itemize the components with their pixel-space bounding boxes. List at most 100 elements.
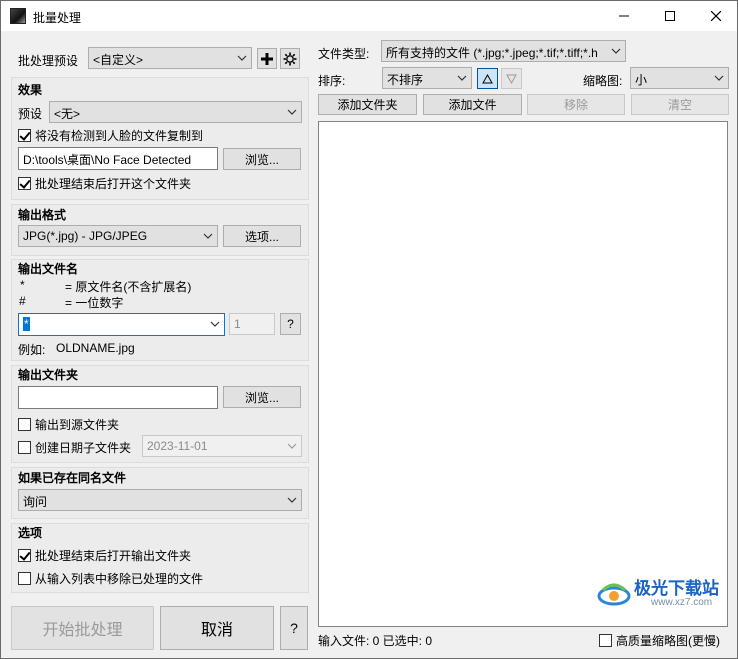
checkbox-checked-icon xyxy=(18,177,31,190)
filename-help-button[interactable]: ? xyxy=(280,313,301,335)
watermark-sub: www.xz7.com xyxy=(651,596,713,608)
checkbox-unchecked-icon xyxy=(599,634,612,647)
file-type-label: 文件类型: xyxy=(318,47,370,61)
output-folder-browse-button[interactable]: 浏览... xyxy=(223,386,301,408)
legend-asterisk-symbol: * xyxy=(20,278,25,292)
sort-descending-button[interactable] xyxy=(501,68,522,89)
watermark-text: 极光下载站 xyxy=(634,578,719,598)
example-label: 例如: xyxy=(18,343,46,357)
file-type-select[interactable]: 所有支持的文件 (*.jpg;*.jpeg;*.tif;*.tiff;*.h xyxy=(381,40,626,62)
sort-label: 排序: xyxy=(318,74,346,88)
app-icon xyxy=(10,8,26,24)
legend-asterisk-desc: = 原文件名(不含扩展名) xyxy=(65,280,192,294)
open-folder-label: 批处理结束后打开这个文件夹 xyxy=(35,177,192,191)
thumbnail-label: 缩略图: xyxy=(583,74,623,88)
date-format-select[interactable]: 2023-11-01 xyxy=(142,435,302,457)
close-button[interactable] xyxy=(693,1,738,31)
title-bar: 批量处理 xyxy=(1,1,737,31)
chevron-down-icon xyxy=(457,75,467,81)
output-to-source-checkbox[interactable]: 输出到源文件夹 xyxy=(18,416,119,433)
checkbox-unchecked-icon xyxy=(18,418,31,431)
checkbox-unchecked-icon xyxy=(18,572,31,585)
batch-process-window: 批量处理 批处理预设 <自定义> 效果 预设 <无> 将没有检测到人脸的文件复制… xyxy=(0,0,738,659)
if-exists-select[interactable]: 询问 xyxy=(18,489,302,511)
add-preset-button[interactable] xyxy=(257,48,277,69)
effects-preset-label: 预设 xyxy=(18,107,43,121)
example-value: OLDNAME.jpg xyxy=(56,341,135,355)
gear-icon xyxy=(283,52,297,65)
checkbox-checked-icon xyxy=(18,549,31,562)
preset-select[interactable]: <自定义> xyxy=(88,47,252,69)
output-format-select[interactable]: JPG(*.jpg) - JPG/JPEG xyxy=(18,225,218,247)
output-filename-heading: 输出文件名 xyxy=(18,262,79,276)
sort-value: 不排序 xyxy=(387,73,424,87)
start-batch-button[interactable]: 开始批处理 xyxy=(11,606,154,650)
effects-preset-select[interactable]: <无> xyxy=(49,101,302,123)
file-type-value: 所有支持的文件 (*.jpg;*.jpeg;*.tif;*.tiff;*.h xyxy=(386,46,598,60)
format-options-button[interactable]: 选项... xyxy=(223,225,301,247)
file-list[interactable]: 极光下载站 www.xz7.com xyxy=(318,121,728,627)
sort-select[interactable]: 不排序 xyxy=(382,67,472,89)
hq-thumbnail-label: 高质量缩略图(更慢) xyxy=(616,634,720,648)
plus-icon xyxy=(261,52,273,65)
remove-file-button[interactable]: 移除 xyxy=(527,94,625,115)
remove-processed-checkbox[interactable]: 从输入列表中移除已处理的文件 xyxy=(18,570,203,587)
preset-select-value: <自定义> xyxy=(93,53,144,67)
date-format-value: 2023-11-01 xyxy=(147,439,208,453)
chevron-down-icon xyxy=(237,55,247,61)
close-icon xyxy=(711,11,721,21)
thumbnail-size-select[interactable]: 小 xyxy=(630,67,729,89)
watermark-logo-icon xyxy=(597,583,631,606)
file-status-text: 输入文件: 0 已选中: 0 xyxy=(318,634,433,648)
effects-heading: 效果 xyxy=(18,83,43,97)
add-file-button[interactable]: 添加文件 xyxy=(423,94,522,115)
open-output-checkbox[interactable]: 批处理结束后打开输出文件夹 xyxy=(18,547,191,564)
open-output-label: 批处理结束后打开输出文件夹 xyxy=(35,549,192,563)
window-title: 批量处理 xyxy=(33,11,82,25)
hq-thumbnail-checkbox[interactable]: 高质量缩略图(更慢) xyxy=(599,632,720,649)
if-exists-heading: 如果已存在同名文件 xyxy=(18,471,127,485)
date-subfolder-checkbox[interactable]: 创建日期子文件夹 xyxy=(18,439,131,456)
output-folder-input[interactable] xyxy=(18,386,218,409)
chevron-down-icon xyxy=(611,48,621,54)
chevron-down-icon xyxy=(714,75,724,81)
minimize-icon xyxy=(619,15,629,17)
remove-processed-label: 从输入列表中移除已处理的文件 xyxy=(35,572,204,586)
maximize-button[interactable] xyxy=(647,1,693,31)
filename-pattern-value: * xyxy=(23,317,30,331)
clear-list-button[interactable]: 清空 xyxy=(631,94,729,115)
no-face-browse-button[interactable]: 浏览... xyxy=(223,148,301,170)
filename-pattern-combobox[interactable]: * xyxy=(18,313,225,336)
thumbnail-size-value: 小 xyxy=(635,73,648,87)
no-face-path-input[interactable]: D:\tools\桌面\No Face Detected xyxy=(18,147,218,170)
start-number-input[interactable]: 1 xyxy=(229,313,275,335)
sort-ascending-button[interactable] xyxy=(477,68,498,89)
chevron-down-icon xyxy=(287,443,297,449)
chevron-down-icon xyxy=(287,109,297,115)
watermark-text-block: 极光下载站 www.xz7.com xyxy=(631,578,719,608)
legend-hash-desc: = 一位数字 xyxy=(65,296,124,310)
help-button[interactable]: ? xyxy=(280,606,308,650)
triangle-up-icon xyxy=(482,73,493,83)
effects-preset-value: <无> xyxy=(54,107,81,121)
legend-hash-symbol: # xyxy=(19,294,26,308)
options-heading: 选项 xyxy=(18,526,43,540)
watermark: 极光下载站 www.xz7.com xyxy=(597,580,719,608)
copy-no-face-label: 将没有检测到人脸的文件复制到 xyxy=(35,129,204,143)
triangle-down-icon xyxy=(506,74,517,84)
open-folder-checkbox[interactable]: 批处理结束后打开这个文件夹 xyxy=(18,175,191,192)
maximize-icon xyxy=(665,11,675,21)
output-format-heading: 输出格式 xyxy=(18,208,67,222)
minimize-button[interactable] xyxy=(601,1,647,31)
output-format-value: JPG(*.jpg) - JPG/JPEG xyxy=(23,229,148,243)
checkbox-unchecked-icon xyxy=(18,441,31,454)
output-to-source-label: 输出到源文件夹 xyxy=(35,418,120,432)
date-subfolder-label: 创建日期子文件夹 xyxy=(35,441,132,455)
preset-settings-button[interactable] xyxy=(280,48,300,69)
copy-no-face-checkbox[interactable]: 将没有检测到人脸的文件复制到 xyxy=(18,127,203,144)
if-exists-value: 询问 xyxy=(23,495,48,509)
add-folder-button[interactable]: 添加文件夹 xyxy=(318,94,417,115)
preset-label: 批处理预设 xyxy=(18,54,79,68)
cancel-button[interactable]: 取消 xyxy=(160,606,274,650)
chevron-down-icon xyxy=(203,233,213,239)
